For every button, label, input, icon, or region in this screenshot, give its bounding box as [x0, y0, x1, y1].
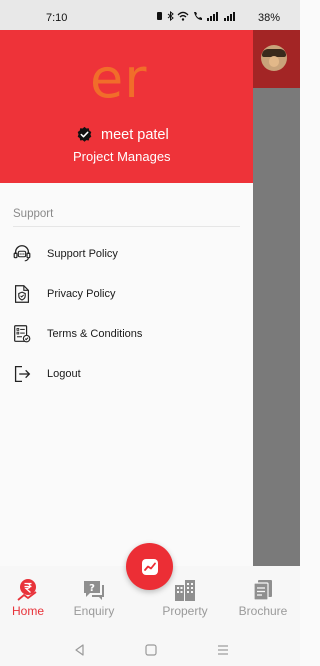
status-bar: 7:10 38%	[0, 0, 300, 30]
menu-item-label: Terms & Conditions	[47, 328, 143, 340]
navigation-drawer: er meet patel Project Manages Support Su…	[0, 30, 253, 566]
user-role: Project Manages	[73, 149, 171, 164]
chart-icon	[141, 558, 158, 575]
divider	[13, 226, 240, 227]
user-name: meet patel	[101, 126, 169, 143]
brochure-icon	[253, 580, 272, 601]
nav-item-brochure[interactable]: Brochure	[233, 578, 293, 618]
menu-item-terms-conditions[interactable]: Terms & Conditions	[11, 321, 241, 347]
nav-label-home: Home	[11, 604, 44, 618]
back-icon[interactable]	[72, 642, 88, 658]
nav-item-home[interactable]: Home	[0, 578, 58, 618]
chat-question-icon: ?	[84, 581, 104, 600]
checklist-document-icon	[14, 325, 31, 343]
logout-icon	[14, 366, 31, 382]
svg-text:?: ?	[89, 583, 95, 594]
menu-item-support-policy[interactable]: Support Policy	[11, 241, 241, 267]
vibrate-icon	[157, 12, 162, 20]
background-page-overlay[interactable]	[253, 30, 300, 566]
verified-badge-icon	[77, 126, 92, 142]
floating-action-button[interactable]	[126, 543, 173, 590]
signal-icon	[207, 12, 218, 21]
battery-level: 38%	[258, 12, 281, 24]
menu-item-label: Support Policy	[47, 248, 118, 260]
menu-item-label: Privacy Policy	[47, 288, 116, 300]
wifi-icon	[177, 11, 189, 21]
shield-document-icon	[14, 285, 30, 303]
buildings-icon	[175, 580, 195, 601]
avatar[interactable]	[261, 45, 287, 71]
user-info: meet patel	[76, 126, 169, 143]
status-time: 7:10	[46, 12, 68, 24]
menu-item-privacy-policy[interactable]: Privacy Policy	[11, 281, 241, 307]
rupee-home-icon	[17, 579, 37, 601]
section-label-support: Support	[13, 208, 54, 220]
bluetooth-icon	[167, 11, 174, 21]
nav-label-brochure: Brochure	[238, 604, 288, 618]
home-square-icon[interactable]	[143, 642, 159, 658]
drawer-header: er meet patel Project Manages	[0, 30, 253, 183]
nav-item-enquiry[interactable]: ? Enquiry	[64, 578, 124, 618]
volte-call-icon	[194, 12, 202, 20]
system-navigation-bar	[0, 634, 300, 666]
nav-label-property: Property	[162, 604, 208, 618]
background-app-header	[253, 30, 300, 88]
nav-label-enquiry: Enquiry	[73, 604, 115, 618]
signal-icon	[224, 12, 235, 21]
company-logo: er	[90, 47, 148, 110]
status-icons	[155, 11, 238, 21]
menu-item-logout[interactable]: Logout	[11, 361, 241, 387]
recents-menu-icon[interactable]	[215, 642, 231, 658]
menu-item-label: Logout	[47, 368, 81, 380]
headset-chat-icon	[13, 245, 31, 262]
